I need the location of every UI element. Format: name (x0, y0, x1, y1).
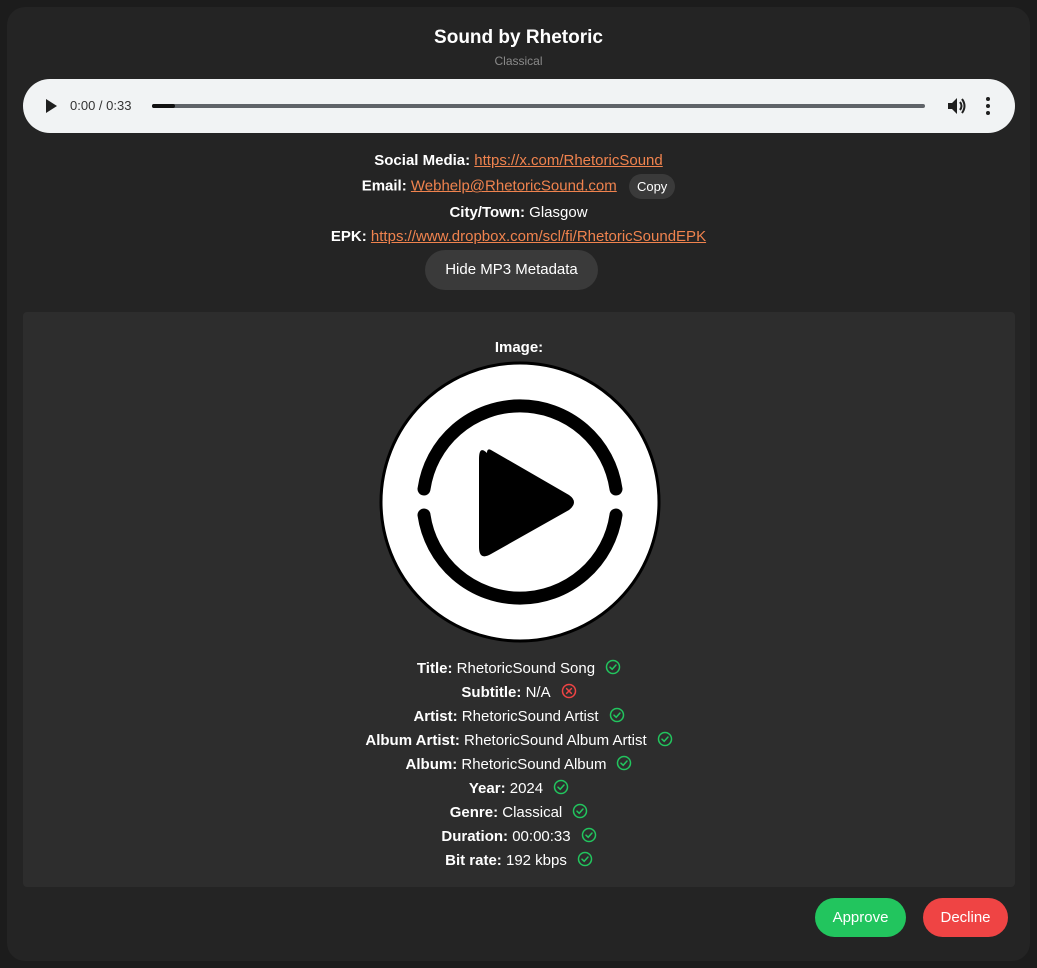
seek-bar[interactable] (152, 104, 925, 108)
metadata-value: RhetoricSound Artist (461, 708, 599, 725)
metadata-value: 192 kbps (505, 852, 567, 869)
track-title: Sound by Rhetoric (434, 27, 603, 48)
metadata-row: Album: RhetoricSound Album (23, 755, 1015, 773)
metadata-value: Classical (502, 804, 563, 821)
metadata-label: Year: (468, 780, 506, 797)
play-icon[interactable] (43, 98, 59, 114)
metadata-panel: Image: Title: RhetoricSound Song Subtitle… (23, 312, 1015, 887)
metadata-row: Subtitle: N/A (23, 683, 1015, 701)
more-vertical-icon[interactable] (981, 96, 995, 116)
check-circle-icon (657, 731, 672, 747)
metadata-value: RhetoricSound Album (461, 756, 607, 773)
metadata-value: 2024 (509, 780, 544, 797)
copy-email-button[interactable]: Copy (628, 174, 676, 199)
metadata-value: N/A (525, 684, 551, 701)
check-circle-icon (617, 755, 632, 771)
audio-player[interactable]: 0:00 / 0:33 (23, 79, 1015, 133)
email-link[interactable]: Webhelp@RhetoricSound.com (411, 177, 617, 194)
check-circle-icon (581, 827, 596, 843)
metadata-row: Year: 2024 (23, 779, 1015, 797)
check-circle-icon (609, 707, 624, 723)
image-label: Image: (494, 339, 544, 356)
email-label: Email: (361, 177, 407, 195)
metadata-row: Bit rate: 192 kbps (23, 851, 1015, 869)
hide-metadata-button[interactable]: Hide MP3 Metadata (425, 250, 598, 290)
approve-button[interactable]: Approve (815, 898, 906, 937)
metadata-label: Artist: (413, 708, 458, 725)
metadata-label: Subtitle: (461, 684, 522, 701)
metadata-value: 00:00:33 (512, 828, 571, 845)
city-value: Glasgow (529, 204, 588, 221)
social-media-label: Social Media: (374, 152, 471, 169)
seek-progress (152, 104, 176, 108)
email-line: Email: Webhelp@RhetoricSound.com Copy (0, 174, 1037, 199)
decline-button[interactable]: Decline (923, 898, 1008, 937)
social-media-line: Social Media: https://x.com/RhetoricSoun… (0, 152, 1037, 169)
x-circle-icon (561, 683, 576, 699)
check-circle-icon (577, 851, 593, 867)
check-circle-icon (605, 659, 621, 675)
playback-time: 0:00 / 0:33 (70, 98, 132, 113)
social-media-link[interactable]: https://x.com/RhetoricSound (474, 152, 662, 169)
metadata-label: Album: (405, 756, 458, 773)
metadata-row: Genre: Classical (23, 803, 1015, 821)
metadata-row: Album Artist: RhetoricSound Album Artist (23, 731, 1015, 749)
epk-link[interactable]: https://www.dropbox.com/scl/fi/RhetoricS… (371, 228, 706, 245)
check-circle-icon (573, 803, 588, 819)
track-genre: Classical (494, 54, 543, 68)
metadata-label: Title: (416, 660, 453, 677)
metadata-value: RhetoricSound Song (456, 660, 596, 677)
city-line: City/Town: Glasgow (0, 204, 1037, 221)
metadata-value: RhetoricSound Album Artist (464, 732, 647, 749)
check-circle-icon (553, 779, 569, 795)
metadata-label: Duration: (441, 828, 509, 845)
volume-icon[interactable] (947, 97, 967, 115)
metadata-label: Bit rate: (445, 852, 502, 869)
city-label: City/Town: (449, 204, 525, 221)
metadata-label: Genre: (449, 804, 499, 821)
metadata-row: Artist: RhetoricSound Artist (23, 707, 1015, 725)
metadata-row: Duration: 00:00:33 (23, 827, 1015, 845)
epk-label: EPK: (330, 228, 367, 245)
metadata-row: Title: RhetoricSound Song (23, 659, 1015, 677)
metadata-label: Album Artist: (365, 732, 460, 749)
epk-line: EPK: https://www.dropbox.com/scl/fi/Rhet… (0, 228, 1037, 245)
cover-art-image (379, 361, 661, 643)
